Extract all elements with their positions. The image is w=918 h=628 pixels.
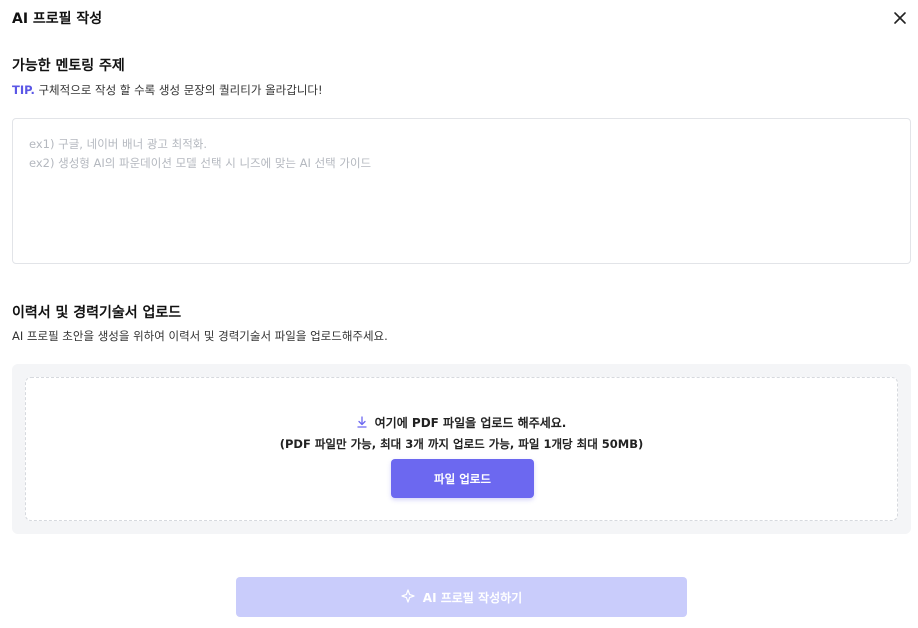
file-drop-zone[interactable]: 여기에 PDF 파일을 업로드 해주세요. (PDF 파일만 가능, 최대 3개… <box>25 377 898 521</box>
download-arrow-icon <box>356 416 367 431</box>
generate-button-label: AI 프로필 작성하기 <box>422 590 523 605</box>
tip-text: 구체적으로 작성 할 수록 생성 문장의 퀄리티가 올라갑니다! <box>34 83 323 97</box>
file-upload-button[interactable]: 파일 업로드 <box>391 459 534 498</box>
drop-instruction: 여기에 PDF 파일을 업로드 해주세요. <box>26 414 897 431</box>
mentoring-topic-textarea[interactable] <box>29 135 894 247</box>
close-button[interactable] <box>890 8 910 28</box>
generate-ai-profile-button[interactable]: AI 프로필 작성하기 <box>236 577 687 617</box>
drop-text: 여기에 PDF 파일을 업로드 해주세요. <box>374 416 567 430</box>
drop-subtext: (PDF 파일만 가능, 최대 3개 까지 업로드 가능, 파일 1개당 최대 … <box>279 437 644 451</box>
topic-section-title: 가능한 멘토링 주제 <box>12 58 125 74</box>
sparkle-icon <box>401 588 415 606</box>
modal-title: AI 프로필 작성 <box>12 11 103 27</box>
close-icon <box>894 12 906 24</box>
tip-label: TIP. <box>12 83 35 97</box>
upload-area: 여기에 PDF 파일을 업로드 해주세요. (PDF 파일만 가능, 최대 3개… <box>12 364 911 534</box>
upload-section-title: 이력서 및 경력기술서 업로드 <box>12 305 182 321</box>
upload-description: AI 프로필 초안을 생성을 위하여 이력서 및 경력기술서 파일을 업로드해주… <box>12 329 388 343</box>
tip-line: TIP. 구체적으로 작성 할 수록 생성 문장의 퀄리티가 올라갑니다! <box>12 82 323 98</box>
topic-input-container <box>12 118 911 264</box>
